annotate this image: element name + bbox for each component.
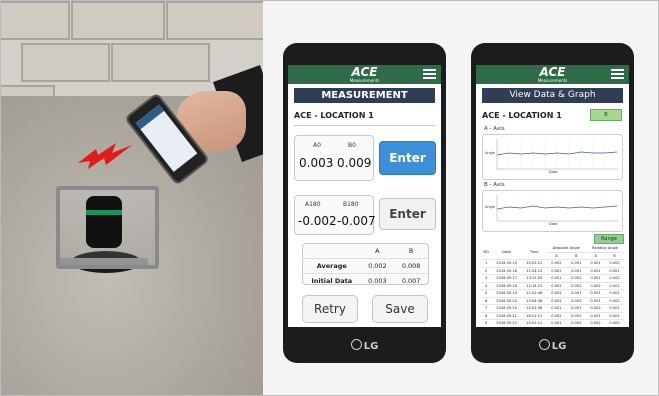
graph-screen: ACE Measurements View Data & Graph ACE -… — [476, 65, 629, 327]
table-row: 9 2016.09.22 14:51:11 0.001 0.002 0.002 0.002 — [481, 319, 624, 327]
page-title: View Data & Graph — [482, 88, 623, 103]
data-table: NO Date Time Absolute Angle Relative Ang… — [481, 245, 624, 327]
a0-label: A0 — [313, 142, 321, 149]
save-button[interactable]: Save — [372, 295, 428, 323]
range-button[interactable]: Range — [594, 234, 624, 244]
b180-label: B180 — [343, 201, 359, 208]
ace-logo: ACE Measurements — [349, 65, 380, 83]
location-label: ACE - LOCATION 1 — [482, 111, 562, 120]
b-axis-graph: Date Angle — [482, 190, 623, 232]
table-row: 1 2016.09.15 10:25:21 0.002 0.001 0.001 0.002 — [481, 259, 624, 268]
rotated-reading-box: A180 B180 -0.002 -0.007 — [294, 195, 376, 235]
col-b-header: B — [408, 247, 414, 255]
tilt-sensor-device — [56, 176, 159, 276]
phone-measurement: ACE Measurements MEASUREMENT ACE - LOCAT… — [283, 43, 446, 363]
ace-logo: ACE Measurements — [537, 65, 568, 83]
phone-graph: ACE Measurements View Data & Graph ACE -… — [471, 43, 634, 363]
a-axis-label: A - Axis — [484, 126, 505, 132]
hamburger-menu-icon[interactable] — [423, 69, 436, 80]
hamburger-menu-icon[interactable] — [611, 69, 624, 80]
table-row: Initial Data 0.003 0.007 — [303, 273, 428, 289]
b0-value: 0.009 — [337, 156, 372, 170]
enter-rotated-button[interactable]: Enter — [379, 198, 436, 230]
divider — [294, 125, 435, 126]
b-button[interactable]: B — [590, 109, 622, 121]
a-axis-graph: Date Angle — [482, 134, 623, 180]
app-bar: ACE Measurements — [476, 65, 629, 84]
page-title: MEASUREMENT — [294, 88, 435, 103]
a0-value: 0.003 — [299, 156, 334, 170]
enter-zero-button[interactable]: Enter — [379, 141, 436, 175]
measurement-screen: ACE Measurements MEASUREMENT ACE - LOCAT… — [288, 65, 441, 327]
table-row: 2 2016.09.16 11:24:13 0.002 0.001 0.001 0.001 — [481, 267, 624, 275]
retry-button[interactable]: Retry — [302, 295, 358, 323]
table-row: 6 2016.09.20 13:04:36 0.002 0.002 0.001 0.002 — [481, 297, 624, 305]
field-photo — [1, 1, 263, 395]
lg-logo-icon — [538, 339, 550, 350]
table-row: Average 0.002 0.008 — [303, 258, 428, 274]
a180-value: -0.002 — [298, 214, 337, 228]
b-axis-label: B - Axis — [484, 182, 505, 188]
zero-reading-box: A0 B0 0.003 0.009 — [294, 135, 374, 181]
b180-value: -0.007 — [337, 214, 376, 228]
table-row: 3 2016.09.17 13:11:53 0.001 0.002 0.001 0.002 — [481, 274, 624, 283]
app-bar: ACE Measurements — [288, 65, 441, 84]
y-axis-label: Angle — [485, 151, 495, 155]
table-row: 7 2016.09.20 15:01:08 0.001 0.001 0.002 0.001 — [481, 304, 624, 313]
figure: ACE Measurements MEASUREMENT ACE - LOCAT… — [0, 0, 659, 396]
b0-label: B0 — [348, 142, 356, 149]
lg-brand: LG — [471, 339, 634, 352]
a180-label: A180 — [305, 201, 321, 208]
x-axis-label: Date — [549, 170, 558, 174]
lg-logo-icon — [350, 339, 362, 350]
lg-brand: LG — [283, 339, 446, 352]
table-row: 4 2016.09.18 12:14:15 0.002 0.002 0.002 0.001 — [481, 282, 624, 290]
wireless-signal-icon — [78, 143, 132, 169]
table-row: 8 2016.09.21 16:21:11 0.002 0.002 0.001 0.001 — [481, 312, 624, 320]
location-label: ACE - LOCATION 1 — [294, 111, 374, 120]
col-a-header: A — [375, 247, 380, 255]
table-row: 5 2016.09.19 11:02:46 0.002 0.001 0.001 0.001 — [481, 289, 624, 298]
results-table: A B Average 0.002 0.008 Initial Data 0.0… — [302, 243, 429, 285]
